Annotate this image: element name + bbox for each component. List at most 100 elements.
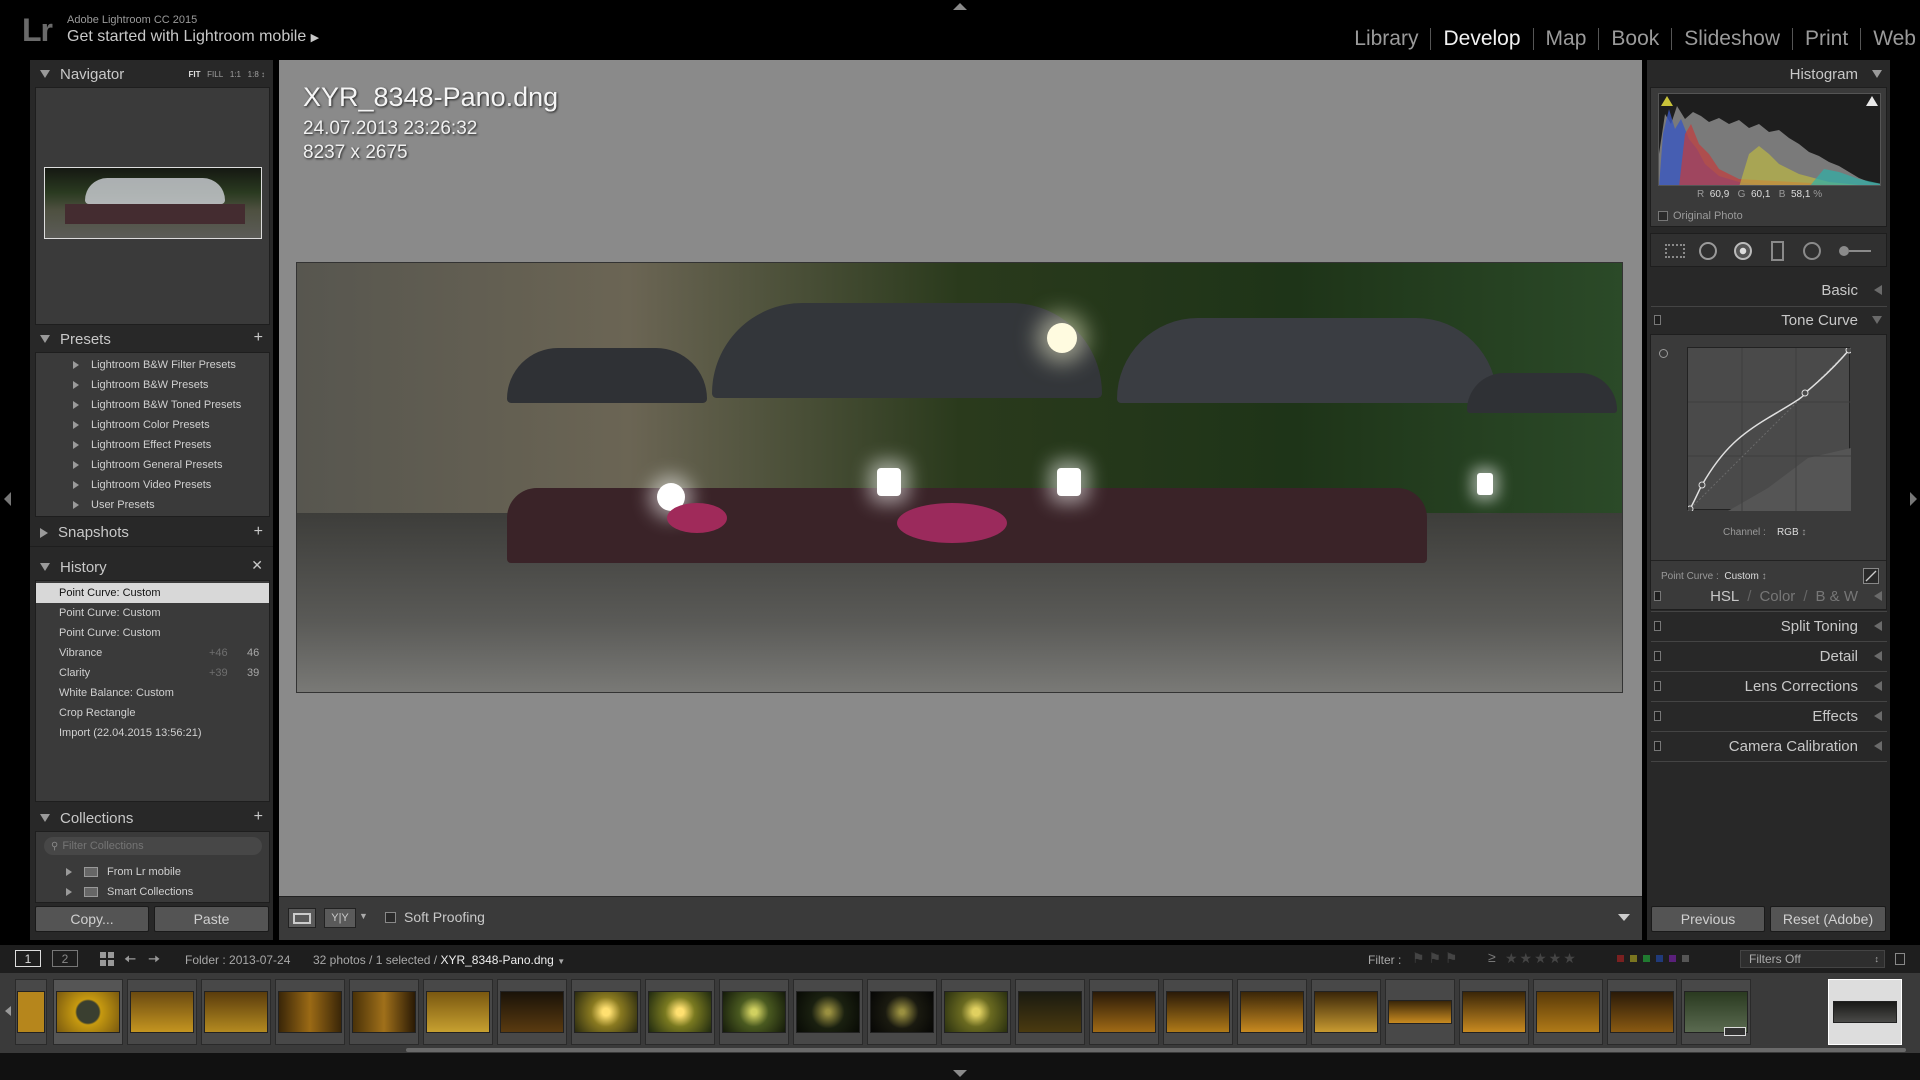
module-slideshow[interactable]: Slideshow	[1672, 27, 1792, 51]
list-item[interactable]: Lightroom B&W Toned Presets	[36, 395, 269, 415]
filmstrip-thumbnail[interactable]	[201, 979, 271, 1045]
curve-point[interactable]	[1801, 389, 1809, 397]
list-item[interactable]: Lightroom Effect Presets	[36, 435, 269, 455]
original-photo-toggle[interactable]: Original Photo	[1658, 210, 1743, 222]
panel-switch-icon[interactable]	[1654, 315, 1661, 325]
list-item[interactable]: Lightroom General Presets	[36, 455, 269, 475]
panel-switch-icon[interactable]	[1654, 651, 1661, 661]
filmstrip-thumbnail[interactable]	[15, 979, 47, 1045]
camera-calibration-header[interactable]: Camera Calibration	[1647, 732, 1890, 760]
grid-view-icon[interactable]	[100, 952, 114, 966]
filmstrip-thumbnail[interactable]	[53, 979, 123, 1045]
module-print[interactable]: Print	[1793, 27, 1860, 51]
channel-selector[interactable]: Channel : RGB ↕	[1723, 527, 1806, 538]
add-snapshot-icon[interactable]: +	[254, 523, 263, 541]
filmstrip-thumbnail[interactable]	[497, 979, 567, 1045]
filmstrip-thumbnail[interactable]	[793, 979, 863, 1045]
module-develop[interactable]: Develop	[1431, 27, 1532, 51]
snapshots-header[interactable]: Snapshots +	[30, 519, 273, 547]
navigator-header[interactable]: Navigator FIT FILL 1:1 1:8 ↕	[30, 60, 273, 88]
history-item[interactable]: Clarity +39 39	[36, 663, 269, 683]
filmstrip-thumbnail[interactable]	[1089, 979, 1159, 1045]
add-collection-icon[interactable]: +	[254, 808, 263, 826]
history-item[interactable]: White Balance: Custom	[36, 683, 269, 703]
list-item[interactable]: Smart Collections	[36, 882, 266, 902]
before-after-dropdown-icon[interactable]: ▼	[359, 911, 368, 921]
forward-arrow-icon[interactable]: 🠆	[148, 949, 160, 974]
list-item[interactable]: Lightroom B&W Filter Presets	[36, 355, 269, 375]
effects-header[interactable]: Effects	[1647, 702, 1890, 730]
filmstrip-thumbnail[interactable]	[1533, 979, 1603, 1045]
list-item[interactable]: Lightroom Video Presets	[36, 475, 269, 495]
filmstrip-thumbnail-selected[interactable]	[1828, 979, 1902, 1045]
history-header[interactable]: History ✕	[30, 553, 273, 581]
collections-filter[interactable]: ⚲	[44, 837, 262, 855]
graduated-filter-icon[interactable]	[1771, 241, 1784, 261]
blue-label-icon[interactable]	[1656, 955, 1663, 962]
hide-right-panel-arrow-icon[interactable]	[1910, 492, 1917, 506]
add-preset-icon[interactable]: +	[254, 329, 263, 347]
color-label-filter[interactable]	[1617, 955, 1689, 962]
navigator-preview[interactable]	[35, 87, 270, 325]
red-label-icon[interactable]	[1617, 955, 1624, 962]
curve-point[interactable]	[1845, 346, 1853, 354]
detail-header[interactable]: Detail	[1647, 642, 1890, 670]
green-label-icon[interactable]	[1643, 955, 1650, 962]
folder-source[interactable]: Folder : 2013-07-24	[185, 953, 290, 967]
zoom-1-8[interactable]: 1:8	[248, 70, 259, 79]
module-book[interactable]: Book	[1599, 27, 1671, 51]
filmstrip-thumbnail[interactable]	[1015, 979, 1085, 1045]
before-after-button[interactable]: Y|Y	[324, 908, 356, 928]
scroll-left-icon[interactable]	[5, 1006, 11, 1016]
collections-header[interactable]: Collections +	[30, 804, 273, 832]
mobile-prompt[interactable]: Get started with Lightroom mobile ▶	[67, 28, 319, 46]
previous-button[interactable]: Previous	[1651, 906, 1765, 932]
star-rating-filter[interactable]: ★★★★★	[1505, 950, 1578, 967]
zoom-fit[interactable]: FIT	[188, 70, 200, 79]
filmstrip-thumbnail[interactable]	[1681, 979, 1751, 1045]
collections-filter-input[interactable]	[62, 840, 243, 852]
basic-panel-header[interactable]: Basic	[1647, 276, 1890, 304]
panel-switch-icon[interactable]	[1654, 711, 1661, 721]
zoom-fill[interactable]: FILL	[207, 70, 223, 79]
module-web[interactable]: Web	[1861, 27, 1920, 51]
history-item[interactable]: Import (22.04.2015 13:56:21)	[36, 723, 269, 743]
panel-switch-icon[interactable]	[1654, 591, 1661, 601]
clear-history-icon[interactable]: ✕	[251, 557, 263, 574]
module-map[interactable]: Map	[1534, 27, 1599, 51]
main-photo[interactable]	[296, 262, 1623, 693]
copy-button[interactable]: Copy...	[35, 906, 149, 932]
toolbar-content-dropdown-icon[interactable]	[1618, 914, 1630, 921]
filter-lock-icon[interactable]	[1895, 953, 1905, 965]
history-item[interactable]: Vibrance +46 46	[36, 643, 269, 663]
filmstrip-thumbnail[interactable]	[1311, 979, 1381, 1045]
filmstrip-thumbnail[interactable]	[1385, 979, 1455, 1045]
histogram-header[interactable]: Histogram	[1647, 60, 1890, 88]
hide-left-panel-arrow-icon[interactable]	[4, 492, 11, 506]
paste-button[interactable]: Paste	[154, 906, 269, 932]
filmstrip-thumbnail[interactable]	[275, 979, 345, 1045]
list-item[interactable]: Lightroom B&W Presets	[36, 375, 269, 395]
module-library[interactable]: Library	[1342, 27, 1430, 51]
history-item[interactable]: Point Curve: Custom	[36, 603, 269, 623]
filmstrip-thumbnail[interactable]	[867, 979, 937, 1045]
filmstrip[interactable]	[0, 973, 1920, 1053]
histogram-graph[interactable]	[1658, 93, 1881, 186]
red-eye-icon[interactable]	[1734, 242, 1752, 260]
hsl-tab[interactable]: HSL	[1710, 588, 1739, 605]
filmstrip-thumbnail[interactable]	[423, 979, 493, 1045]
hide-filmstrip-arrow-icon[interactable]	[953, 1070, 967, 1077]
loupe-view-icon[interactable]	[288, 908, 316, 928]
filmstrip-scrollbar[interactable]	[406, 1048, 1906, 1052]
bw-tab[interactable]: B & W	[1815, 588, 1858, 605]
filmstrip-thumbnail[interactable]	[1607, 979, 1677, 1045]
filmstrip-thumbnail[interactable]	[127, 979, 197, 1045]
history-item[interactable]: Crop Rectangle	[36, 703, 269, 723]
panel-switch-icon[interactable]	[1654, 621, 1661, 631]
zoom-1-1[interactable]: 1:1	[230, 70, 241, 79]
tone-curve-graph[interactable]	[1686, 346, 1853, 513]
reset-button[interactable]: Reset (Adobe)	[1770, 906, 1886, 932]
filmstrip-thumbnail[interactable]	[1237, 979, 1307, 1045]
filmstrip-thumbnail[interactable]	[1163, 979, 1233, 1045]
curve-point[interactable]	[1686, 505, 1694, 513]
